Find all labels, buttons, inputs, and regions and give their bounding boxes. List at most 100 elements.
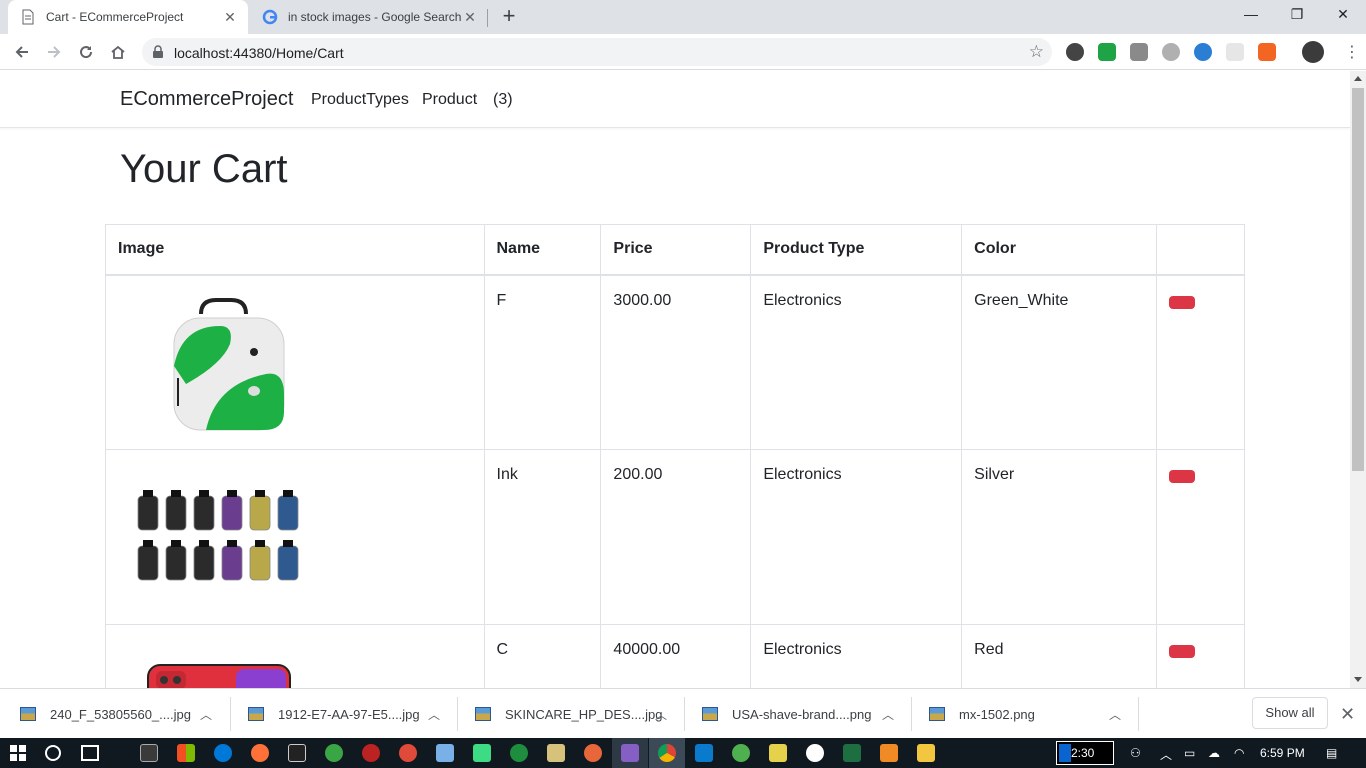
page-scrollbar[interactable] <box>1350 71 1366 688</box>
wifi-icon[interactable]: ◠ <box>1234 746 1244 760</box>
scrollbar-thumb[interactable] <box>1352 88 1364 471</box>
remove-item-button[interactable] <box>1169 470 1196 483</box>
file-explorer-icon[interactable] <box>917 744 935 762</box>
tab-cart[interactable]: Cart - ECommerceProject ✕ <box>8 0 248 34</box>
camera-icon[interactable] <box>1130 43 1148 61</box>
extension-icon[interactable] <box>1066 43 1084 61</box>
minimize-button[interactable]: — <box>1228 0 1274 30</box>
download-item[interactable]: 1912-E7-AA-97-E5....jpg ︿ <box>248 689 453 739</box>
notifications-icon[interactable]: ▤ <box>1326 746 1337 760</box>
image-file-icon <box>475 707 491 721</box>
product-price: 3000.00 <box>600 274 752 450</box>
chevron-up-icon[interactable]: ︿ <box>655 706 667 723</box>
bookmark-star-icon[interactable]: ☆ <box>1029 42 1044 62</box>
chevron-up-icon[interactable]: ︿ <box>882 706 894 723</box>
app-red-icon[interactable] <box>362 744 380 762</box>
close-window-button[interactable]: ✕ <box>1320 0 1366 30</box>
reload-button[interactable] <box>74 40 98 64</box>
taskbar-input-box[interactable]: 2:30 <box>1056 741 1114 765</box>
globe-icon[interactable] <box>1194 43 1212 61</box>
excel-icon[interactable] <box>843 744 861 762</box>
download-filename: USA-shave-brand....png <box>732 706 872 722</box>
back-arrow-icon <box>15 46 28 58</box>
home-button[interactable] <box>106 40 130 64</box>
search-icon[interactable] <box>45 745 61 761</box>
notepad-icon[interactable] <box>547 744 565 762</box>
chevron-up-icon[interactable]: ︿ <box>1160 746 1172 763</box>
download-item[interactable]: 240_F_53805560_....jpg ︿ <box>20 689 225 739</box>
chevron-up-icon[interactable]: ︿ <box>200 706 212 723</box>
download-item[interactable]: mx-1502.png ︿ <box>929 689 1134 739</box>
firefox-icon[interactable] <box>251 744 269 762</box>
google-icon <box>262 9 278 25</box>
new-tab-button[interactable]: + <box>498 5 520 28</box>
product-image-cell <box>105 624 485 688</box>
image-file-icon <box>248 707 264 721</box>
app-yellow-icon[interactable] <box>769 744 787 762</box>
tab-google-search[interactable]: in stock images - Google Search ✕ <box>250 0 488 34</box>
forward-arrow-icon <box>48 46 61 58</box>
battery-icon[interactable]: ▭ <box>1184 746 1195 760</box>
product-price: 200.00 <box>600 449 752 625</box>
scroll-up-arrow-icon[interactable] <box>1354 76 1362 81</box>
torrent-icon[interactable] <box>325 744 343 762</box>
close-icon[interactable]: ✕ <box>462 9 478 25</box>
chevron-up-icon[interactable]: ︿ <box>1109 706 1121 723</box>
people-icon[interactable]: ⚇ <box>1130 746 1141 760</box>
product-color: Red <box>961 624 1158 688</box>
brand-link[interactable]: ECommerceProject <box>120 88 293 111</box>
close-icon[interactable]: ✕ <box>222 9 238 25</box>
windows-start-icon[interactable] <box>10 745 26 766</box>
image-file-icon <box>929 707 945 721</box>
app-green-icon[interactable] <box>510 744 528 762</box>
close-icon[interactable]: ✕ <box>1340 704 1355 725</box>
remove-item-button[interactable] <box>1169 645 1196 658</box>
extension-blank-icon[interactable] <box>1226 43 1244 61</box>
nav-link-product[interactable]: Product <box>422 91 477 109</box>
app-game-icon[interactable] <box>399 744 417 762</box>
store-icon[interactable] <box>177 744 195 762</box>
taskbar-clock[interactable]: 6:59 PM <box>1260 746 1305 760</box>
terminal-icon[interactable] <box>288 744 306 762</box>
menu-kebab-icon[interactable]: ⋮ <box>1344 42 1360 62</box>
forward-button[interactable] <box>42 40 66 64</box>
page-viewport: ECommerceProject ProductTypes Product (3… <box>0 71 1350 688</box>
calculator-icon[interactable] <box>140 744 158 762</box>
edge-icon[interactable] <box>214 744 232 762</box>
back-button[interactable] <box>10 40 34 64</box>
app-white-icon[interactable] <box>806 744 824 762</box>
profile-avatar[interactable] <box>1302 41 1324 63</box>
android-icon[interactable] <box>473 744 491 762</box>
visual-studio-icon[interactable] <box>621 744 639 762</box>
chrome-icon[interactable] <box>658 744 676 762</box>
site-navbar: ECommerceProject ProductTypes Product (3… <box>0 71 1350 128</box>
column-header-actions <box>1156 224 1245 276</box>
address-bar[interactable]: localhost:44380/Home/Cart ☆ <box>142 38 1052 66</box>
app-cube-icon[interactable] <box>436 744 454 762</box>
nav-link-product-types[interactable]: ProductTypes <box>311 91 409 109</box>
scroll-down-arrow-icon[interactable] <box>1354 677 1362 682</box>
actions-cell <box>1156 449 1245 625</box>
compass-icon[interactable] <box>1162 43 1180 61</box>
show-all-button[interactable]: Show all <box>1252 697 1328 729</box>
column-header-product-type: Product Type <box>750 224 963 276</box>
column-header-price: Price <box>600 224 752 276</box>
chevron-up-icon[interactable]: ︿ <box>428 706 440 723</box>
column-header-image: Image <box>105 224 485 276</box>
cart-count-link[interactable]: (3) <box>493 91 513 109</box>
download-item[interactable]: SKINCARE_HP_DES....jpg ︿ <box>475 689 680 739</box>
remove-item-button[interactable] <box>1169 295 1196 309</box>
shield-icon[interactable] <box>1098 43 1116 61</box>
app-globe-icon[interactable] <box>732 744 750 762</box>
cloud-icon[interactable]: ☁ <box>1208 746 1220 760</box>
vape-tanks-image <box>137 490 299 581</box>
restore-button[interactable]: ❐ <box>1274 0 1320 30</box>
download-item[interactable]: USA-shave-brand....png ︿ <box>702 689 907 739</box>
divider <box>1138 697 1139 731</box>
coupon-off-icon[interactable] <box>1258 43 1276 61</box>
vscode-icon[interactable] <box>695 744 713 762</box>
xampp-icon[interactable] <box>880 744 898 762</box>
task-view-icon[interactable] <box>81 745 99 761</box>
app-orange-icon[interactable] <box>584 744 602 762</box>
image-file-icon <box>702 707 718 721</box>
